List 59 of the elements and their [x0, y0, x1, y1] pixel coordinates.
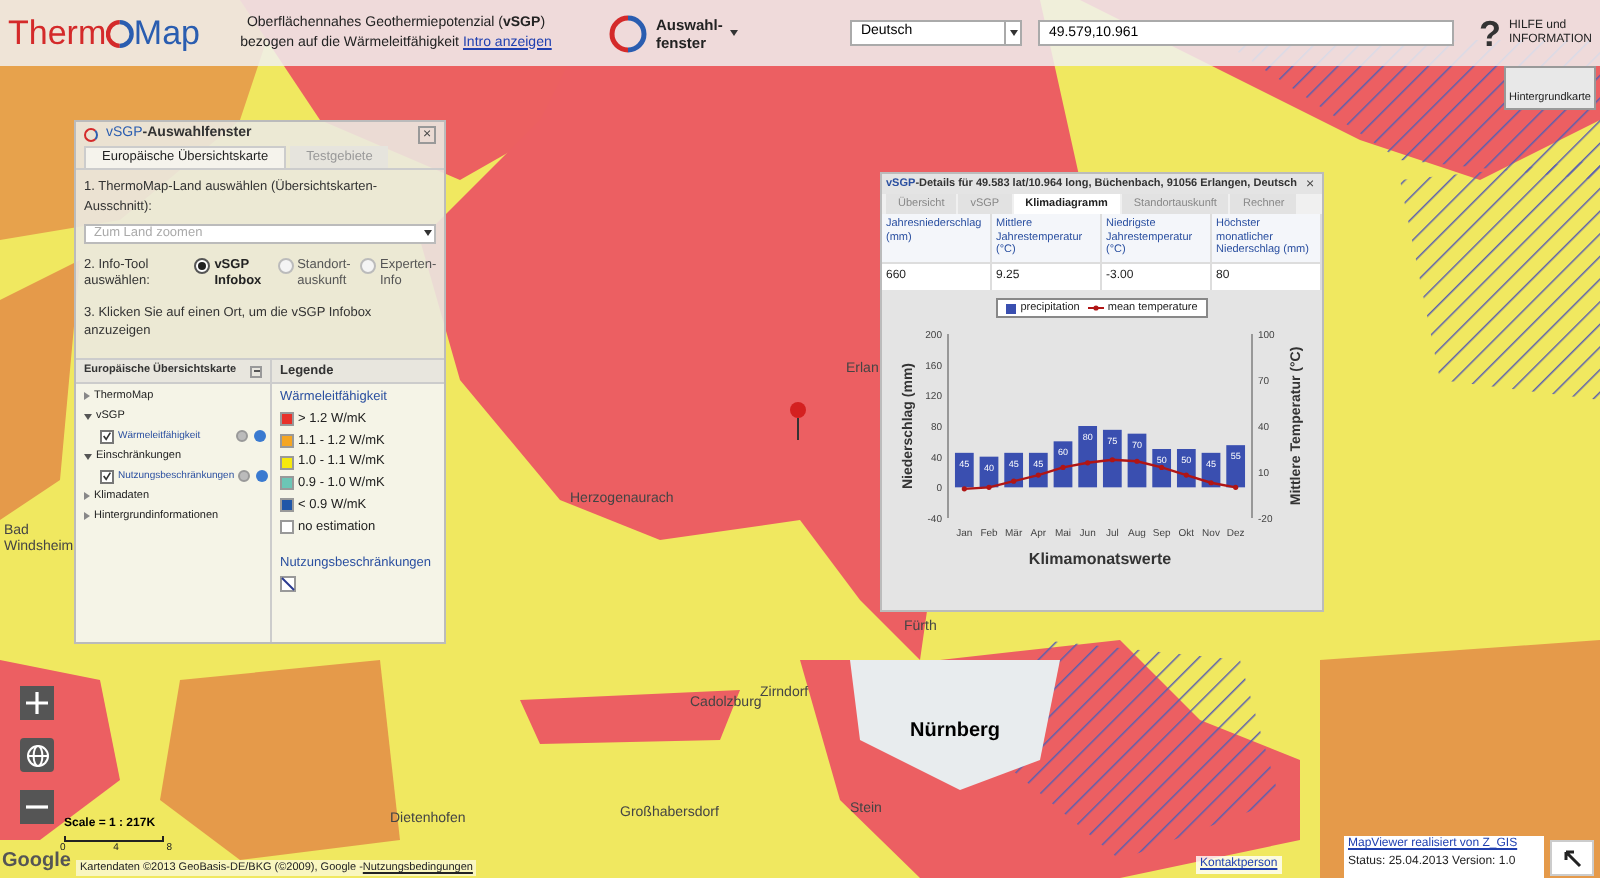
expanded-arrow-icon[interactable]: [84, 453, 92, 459]
temperature-point: [961, 486, 967, 492]
collapsed-arrow-icon[interactable]: [84, 492, 90, 500]
temperature-point: [986, 484, 992, 490]
precipitation-bar: [1176, 449, 1196, 488]
logo-text: Therm: [8, 16, 107, 50]
precipitation-bar: [1127, 433, 1147, 488]
zoom-out-button[interactable]: [20, 790, 54, 824]
legend-line-icon: [1087, 304, 1104, 312]
checkbox[interactable]: [100, 429, 114, 443]
precipitation-bar: [1004, 452, 1024, 488]
temperature-point: [1208, 480, 1214, 486]
zoom-in-button[interactable]: [20, 686, 54, 720]
temperature-point: [1011, 478, 1017, 484]
temperature-point: [1183, 472, 1189, 478]
temperature-point: [1085, 460, 1091, 466]
arrow-icon: [1562, 848, 1582, 868]
plus-icon: [26, 692, 48, 714]
collapsed-arrow-icon[interactable]: [84, 512, 90, 520]
globe-button[interactable]: [20, 738, 54, 772]
info-icon[interactable]: [256, 470, 269, 482]
temperature-point: [1109, 457, 1115, 463]
corner-arrow-button[interactable]: [1550, 840, 1594, 876]
google-logo: Google: [2, 852, 71, 872]
temperature-point: [1233, 484, 1239, 490]
gear-icon[interactable]: [238, 470, 251, 482]
radio-button[interactable]: [277, 257, 294, 273]
place-label: Nürnberg: [910, 718, 1000, 746]
x-axis-title: Klimamonatswerte: [1028, 550, 1172, 568]
logo-text: Map: [133, 16, 200, 50]
hatch-swatch-icon: [280, 576, 296, 592]
precipitation-bar: [1028, 452, 1048, 488]
checkbox[interactable]: [100, 469, 114, 483]
precipitation-bar: [954, 452, 974, 488]
map-pin-icon: [788, 400, 808, 440]
logo-ring-icon: [106, 19, 134, 47]
precipitation-bar: [1102, 429, 1122, 488]
precipitation-bar: [1078, 426, 1098, 488]
radio-button[interactable]: [360, 257, 376, 273]
precipitation-bar: [979, 456, 999, 488]
scale-bar: [64, 836, 164, 842]
temperature-point: [1060, 464, 1066, 470]
collapse-icon[interactable]: [250, 365, 262, 377]
gear-icon[interactable]: [236, 430, 248, 442]
radio-button[interactable]: [194, 257, 211, 273]
dropdown-arrow-icon: [1004, 22, 1021, 44]
precipitation-bar: [1053, 441, 1073, 488]
collapsed-arrow-icon[interactable]: [84, 392, 90, 400]
temperature-point: [1159, 464, 1165, 470]
caret-icon: [730, 30, 739, 36]
precipitation-bar: [1226, 445, 1246, 488]
expanded-arrow-icon[interactable]: [84, 413, 92, 419]
precipitation-bar: [1201, 452, 1221, 488]
globe-icon: [25, 743, 49, 767]
info-icon[interactable]: [254, 430, 266, 442]
temperature-point: [1035, 472, 1041, 478]
legend-swatch: [1006, 303, 1017, 313]
precipitation-bar: [1152, 449, 1172, 488]
temperature-point: [1134, 458, 1140, 464]
